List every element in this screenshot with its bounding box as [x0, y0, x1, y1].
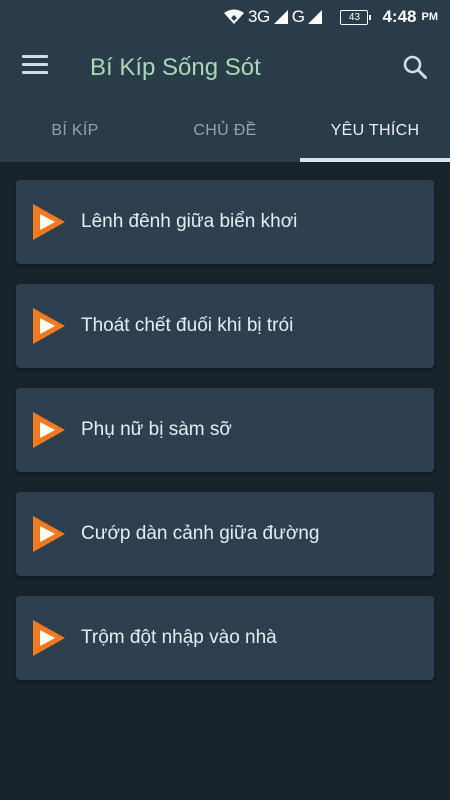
- play-icon: [33, 308, 65, 344]
- app-bar: Bí Kíp Sống Sót: [0, 34, 450, 100]
- list-item-label: Cướp dàn cảnh giữa đường: [81, 523, 320, 544]
- signal-icon-2: [308, 10, 323, 24]
- status-bar: 3G G 43 4:48 PM: [0, 0, 450, 34]
- tab-bar: BÍ KÍP CHỦ ĐỀ YÊU THÍCH: [0, 100, 450, 162]
- clock-ampm: PM: [421, 11, 439, 23]
- play-icon: [33, 516, 65, 552]
- wifi-icon: [224, 9, 245, 24]
- battery-level: 43: [348, 11, 361, 23]
- list-item-label: Lênh đênh giữa biển khơi: [81, 211, 298, 232]
- list-item[interactable]: Cướp dàn cảnh giữa đường: [16, 492, 434, 576]
- play-icon: [33, 204, 65, 240]
- search-icon[interactable]: [402, 54, 428, 80]
- play-icon: [33, 620, 65, 656]
- battery-icon: 43: [340, 9, 372, 25]
- favorites-list: Lênh đênh giữa biển khơi Thoát chết đuối…: [16, 180, 434, 700]
- network-type-2: G: [291, 7, 305, 26]
- list-item-label: Phụ nữ bị sàm sỡ: [81, 419, 232, 440]
- app-title: Bí Kíp Sống Sót: [90, 54, 261, 81]
- menu-icon[interactable]: [22, 55, 48, 75]
- list-item-label: Thoát chết đuối khi bị trói: [81, 315, 294, 336]
- list-item[interactable]: Lênh đênh giữa biển khơi: [16, 180, 434, 264]
- signal-icon: [273, 10, 288, 24]
- list-item-label: Trộm đột nhập vào nhà: [81, 627, 277, 648]
- clock-time: 4:48: [382, 7, 417, 26]
- tab-chu-de[interactable]: CHỦ ĐỀ: [150, 100, 300, 162]
- list-item[interactable]: Trộm đột nhập vào nhà: [16, 596, 434, 680]
- list-item[interactable]: Phụ nữ bị sàm sỡ: [16, 388, 434, 472]
- play-icon: [33, 412, 65, 448]
- tab-bi-kip[interactable]: BÍ KÍP: [0, 100, 150, 162]
- list-item[interactable]: Thoát chết đuối khi bị trói: [16, 284, 434, 368]
- tab-yeu-thich[interactable]: YÊU THÍCH: [300, 100, 450, 162]
- network-type: 3G: [248, 7, 270, 26]
